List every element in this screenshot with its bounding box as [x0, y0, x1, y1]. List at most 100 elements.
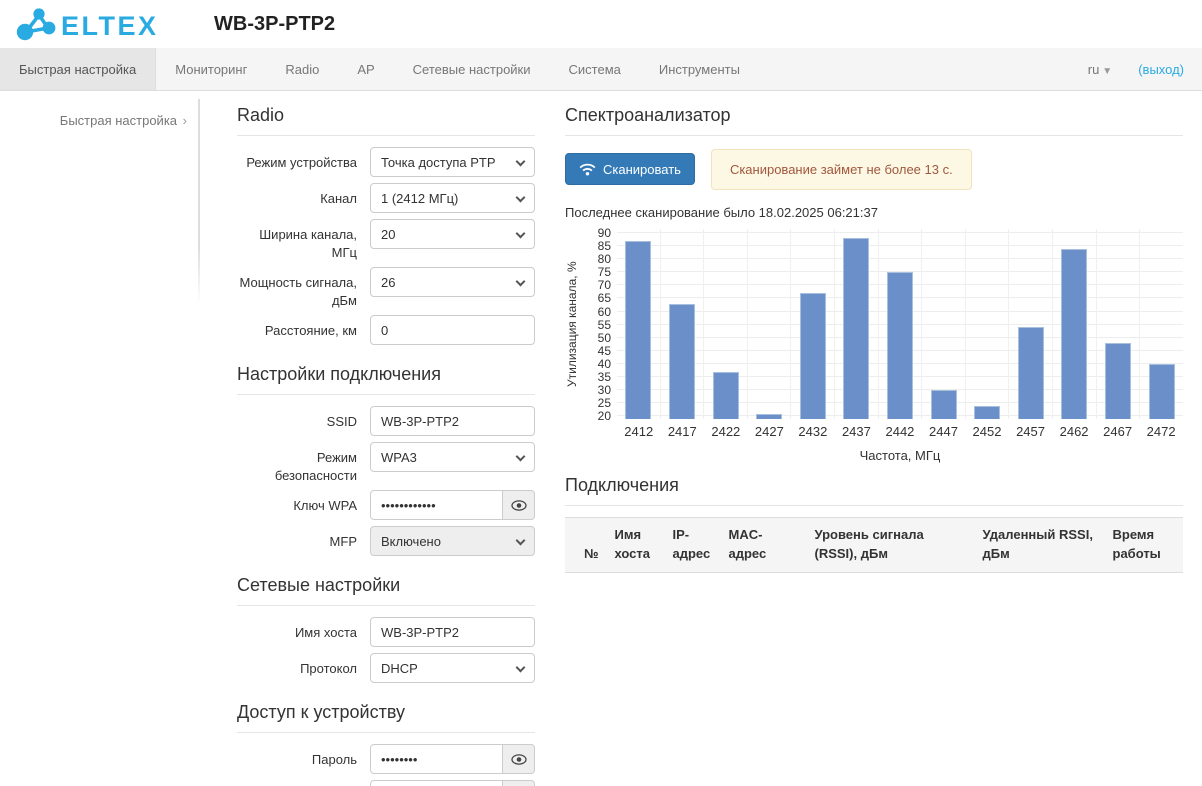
wpa-key-label: Ключ WPA: [237, 490, 357, 520]
chart-x-tick: 2417: [661, 424, 705, 439]
hostname-row: Имя хоста: [237, 617, 535, 647]
password-confirm-label: Подтверждение пароля: [237, 780, 357, 786]
chart-y-tick: 85: [581, 239, 611, 253]
tab-system[interactable]: Система: [550, 48, 640, 90]
chart-x-tick: 2462: [1052, 424, 1096, 439]
nav-tabs: Быстрая настройкаМониторингRadioAPСетевы…: [0, 48, 759, 90]
chart-bar-cell: [879, 229, 923, 419]
language-selector[interactable]: ru▼: [1088, 62, 1112, 77]
distance-control: [370, 315, 535, 345]
nav-right: ru▼ (выход): [1088, 48, 1202, 90]
chevron-down-icon: [516, 536, 526, 546]
tab-ap[interactable]: AP: [338, 48, 393, 90]
ssid-group: [370, 406, 535, 436]
device-mode-row: Режим устройстваТочка доступа PTP: [237, 147, 535, 177]
wpa-key-control: [370, 490, 535, 520]
mfp-control: Включено: [370, 526, 535, 556]
eltex-logo: ELTEX: [14, 5, 172, 43]
chart-bar-cell: [1009, 229, 1053, 419]
logout-link[interactable]: (выход): [1138, 62, 1184, 77]
ssid-row: SSID: [237, 406, 535, 436]
connections-table: №Имя хостаIP-адресMAC-адресУровень сигна…: [565, 517, 1183, 573]
spectrum-title: Спектроанализатор: [565, 105, 1183, 136]
tab-network-settings[interactable]: Сетевые настройки: [394, 48, 550, 90]
chart-y-tick: 25: [581, 396, 611, 410]
channel-select[interactable]: 1 (2412 МГц): [370, 183, 535, 213]
ssid-input[interactable]: [370, 406, 535, 436]
tx-power-select[interactable]: 26: [370, 267, 535, 297]
column-header: Уровень сигнала (RSSI), дБм: [807, 518, 975, 573]
chart-x-tick: 2447: [922, 424, 966, 439]
chart-bar: [756, 414, 782, 419]
password-control: [370, 744, 535, 774]
form-section: Radio Режим устройстваТочка доступа PTP Ка…: [237, 105, 535, 345]
form-section: Настройки подключенияSSIDРежим безопасно…: [237, 364, 535, 556]
wpa-key-eye-button[interactable]: [503, 490, 535, 520]
chart-x-tick: 2452: [965, 424, 1009, 439]
protocol-label: Протокол: [237, 653, 357, 683]
channel-selected-value: 1 (2412 МГц): [381, 191, 458, 206]
wpa-key-input[interactable]: [370, 490, 503, 520]
sidebar-item-quick-setup[interactable]: Быстрая настройка ›: [60, 113, 187, 128]
chart-bar-cell: [966, 229, 1010, 419]
protocol-select[interactable]: DHCP: [370, 653, 535, 683]
channel-row: Канал1 (2412 МГц): [237, 183, 535, 213]
hostname-input[interactable]: [370, 617, 535, 647]
device-mode-selected-value: Точка доступа PTP: [381, 155, 496, 170]
chart-x-tick: 2472: [1139, 424, 1183, 439]
column-header: MAC-адрес: [721, 518, 807, 573]
tab-monitoring[interactable]: Мониторинг: [156, 48, 266, 90]
device-mode-control: Точка доступа PTP: [370, 147, 535, 177]
spectrum-panel: Спектроанализатор Сканировать Сканирован…: [565, 91, 1183, 786]
device-mode-select[interactable]: Точка доступа PTP: [370, 147, 535, 177]
tx-power-control: 26: [370, 267, 535, 309]
column-header: Время работы: [1105, 518, 1184, 573]
chart-bars: [617, 229, 1183, 419]
password-label: Пароль: [237, 744, 357, 774]
tab-quick-setup[interactable]: Быстрая настройка: [0, 48, 156, 90]
chart-x-tick: 2467: [1096, 424, 1140, 439]
scan-button[interactable]: Сканировать: [565, 153, 695, 185]
channel-width-select[interactable]: 20: [370, 219, 535, 249]
security-mode-select[interactable]: WPA3: [370, 442, 535, 472]
distance-input[interactable]: [370, 315, 535, 345]
chart-y-tick: 55: [581, 318, 611, 332]
password-confirm-input[interactable]: [370, 780, 503, 786]
form-section: Доступ к устройству Пароль Подтверждение п…: [237, 702, 535, 786]
chart-x-tick: 2432: [791, 424, 835, 439]
ssid-label: SSID: [237, 406, 357, 436]
column-header: №: [565, 518, 607, 573]
hostname-label: Имя хоста: [237, 617, 357, 647]
password-confirm-eye-button[interactable]: [503, 780, 535, 786]
chart-bar: [625, 241, 651, 419]
content: Быстрая настройка › Radio Режим устройств…: [0, 91, 1202, 786]
eltex-logo-icon: ELTEX: [14, 5, 172, 43]
wpa-key-row: Ключ WPA: [237, 490, 535, 520]
chart-bar-cell: [748, 229, 792, 419]
security-mode-control: WPA3: [370, 442, 535, 484]
chart-bar-cell: [835, 229, 879, 419]
last-scan-text: Последнее сканирование было 18.02.2025 0…: [565, 205, 1183, 220]
tab-radio[interactable]: Radio: [266, 48, 338, 90]
chart-y-tick: 80: [581, 252, 611, 266]
distance-label: Расстояние, км: [237, 315, 357, 345]
section-title: Radio: [237, 105, 535, 136]
chart-bar-cell: [661, 229, 705, 419]
chart-y-tick: 20: [581, 409, 611, 423]
eye-icon: [511, 500, 527, 511]
eye-icon: [511, 754, 527, 765]
section-title: Доступ к устройству: [237, 702, 535, 733]
chart-bar: [1061, 249, 1087, 419]
connections-title: Подключения: [565, 475, 1183, 506]
chart-x-ticks: 2412241724222427243224372442244724522457…: [617, 424, 1183, 439]
tab-tools[interactable]: Инструменты: [640, 48, 759, 90]
distance-row: Расстояние, км: [237, 315, 535, 345]
sidebar: Быстрая настройка ›: [0, 91, 200, 786]
password-input[interactable]: [370, 744, 503, 774]
chevron-down-icon: [516, 277, 526, 287]
spectrum-chart: Утилизация канала, % 2025303540455055606…: [565, 229, 1183, 463]
password-eye-button[interactable]: [503, 744, 535, 774]
connections-section: Подключения №Имя хостаIP-адресMAC-адресУ…: [565, 475, 1183, 573]
chart-y-tick: 40: [581, 357, 611, 371]
mfp-select[interactable]: Включено: [370, 526, 535, 556]
